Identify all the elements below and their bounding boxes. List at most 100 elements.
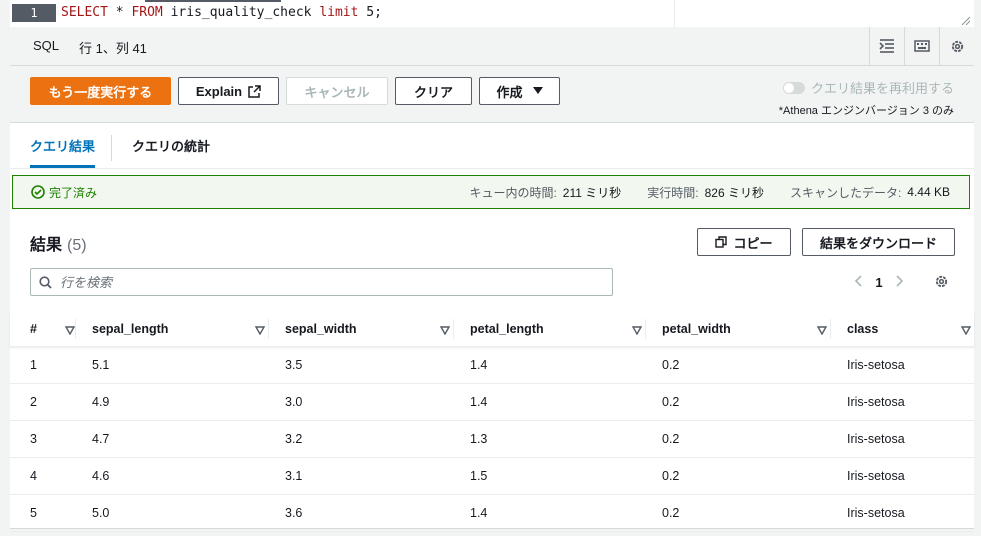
sort-caret-icon[interactable] bbox=[816, 324, 828, 338]
sql-editor[interactable]: 1 SELECT * FROM iris_quality_check limit… bbox=[10, 0, 974, 28]
column-separator[interactable] bbox=[830, 319, 831, 339]
table-row[interactable]: 1 5.1 3.5 1.4 0.2 Iris-setosa bbox=[10, 347, 974, 384]
table-cell: 3.6 bbox=[285, 506, 303, 520]
results-panel: クエリ結果 クエリの統計 完了済み キュー内の時間: 211 ミリ秒 実行時間:… bbox=[10, 123, 974, 532]
explain-label: Explain bbox=[195, 83, 243, 99]
column-header-label: sepal_length bbox=[92, 321, 169, 336]
results-title: 結果 bbox=[30, 237, 63, 254]
cancel-button[interactable]: キャンセル bbox=[286, 77, 388, 105]
code-token: FROM bbox=[131, 5, 163, 20]
run-time-label: 実行時間: bbox=[647, 185, 699, 200]
sort-caret-icon[interactable] bbox=[254, 324, 266, 338]
sort-caret-icon[interactable] bbox=[960, 324, 972, 338]
column-header-label: sepal_width bbox=[285, 321, 357, 336]
clear-button[interactable]: クリア bbox=[395, 77, 472, 105]
page-number[interactable]: 1 bbox=[868, 275, 890, 290]
caret-down-icon bbox=[532, 87, 543, 95]
table-row[interactable]: 5 5.0 3.6 1.4 0.2 Iris-setosa bbox=[10, 495, 974, 532]
next-page-icon[interactable] bbox=[890, 274, 910, 290]
table-row[interactable]: 4 4.6 3.1 1.5 0.2 Iris-setosa bbox=[10, 458, 974, 495]
pagination: 1 bbox=[848, 272, 910, 292]
sort-caret-icon[interactable] bbox=[64, 324, 76, 338]
reuse-results-label: クエリ結果を再利用する bbox=[810, 81, 954, 96]
column-header[interactable]: # bbox=[30, 311, 85, 346]
column-header-label: # bbox=[30, 321, 37, 336]
sort-caret-icon[interactable] bbox=[631, 324, 643, 338]
column-header-label: petal_width bbox=[662, 321, 731, 336]
explain-button[interactable]: Explain bbox=[178, 77, 279, 105]
download-results-button[interactable]: 結果をダウンロード bbox=[802, 228, 955, 256]
table-cell: 1 bbox=[30, 358, 37, 372]
table-cell: 1.3 bbox=[470, 432, 488, 446]
format-icon[interactable] bbox=[869, 27, 904, 65]
editor-divider bbox=[674, 0, 675, 27]
table-cell: 3.5 bbox=[285, 358, 303, 372]
code-token: limit bbox=[319, 5, 359, 20]
editor-status-bar: SQL 行 1、列 41 bbox=[10, 27, 974, 66]
status-label: 完了済み bbox=[49, 185, 98, 200]
column-header[interactable]: class bbox=[847, 311, 981, 346]
engine-version-note: *Athena エンジンバージョン 3 のみ bbox=[778, 105, 954, 117]
clear-label: クリア bbox=[413, 84, 453, 100]
column-header[interactable]: sepal_length bbox=[92, 311, 275, 346]
run-again-label: もう一度実行する bbox=[48, 84, 153, 100]
table-cell: 3 bbox=[30, 432, 37, 446]
table-cell: 4.7 bbox=[92, 432, 110, 446]
results-heading: 結果 (5) bbox=[30, 231, 87, 255]
column-separator[interactable] bbox=[268, 319, 269, 339]
column-header[interactable]: petal_length bbox=[470, 311, 652, 346]
column-header[interactable]: sepal_width bbox=[285, 311, 460, 346]
results-tabs: クエリ結果 クエリの統計 bbox=[10, 123, 974, 169]
sort-caret-icon[interactable] bbox=[439, 324, 451, 338]
code-token: SELECT bbox=[61, 5, 108, 20]
queue-time-value: 211 ミリ秒 bbox=[562, 185, 622, 200]
column-header-label: petal_length bbox=[470, 321, 544, 336]
data-scanned-value: 4.44 KB bbox=[907, 185, 950, 199]
table-cell: Iris-setosa bbox=[847, 358, 905, 372]
table-cell: 5.0 bbox=[92, 506, 110, 520]
results-table: # sepal_length sepal_width petal_length peta… bbox=[10, 311, 974, 532]
status-alert: 完了済み キュー内の時間: 211 ミリ秒 実行時間: 826 ミリ秒 スキャン… bbox=[12, 175, 970, 209]
code-token: 5; bbox=[358, 5, 382, 20]
line-number: 1 bbox=[12, 4, 56, 22]
create-label: 作成 bbox=[496, 84, 523, 100]
table-cell: 3.1 bbox=[285, 469, 303, 483]
table-row[interactable]: 2 4.9 3.0 1.4 0.2 Iris-setosa bbox=[10, 384, 974, 421]
keyboard-icon[interactable] bbox=[904, 27, 939, 65]
resize-grip-icon[interactable] bbox=[960, 15, 970, 25]
tab-query-results[interactable]: クエリ結果 bbox=[30, 123, 95, 168]
reuse-results-setting: クエリ結果を再利用する *Athena エンジンバージョン 3 のみ bbox=[779, 78, 954, 118]
table-cell: Iris-setosa bbox=[847, 469, 905, 483]
table-cell: 5.1 bbox=[92, 358, 110, 372]
table-cell: 0.2 bbox=[662, 358, 680, 372]
run-again-button[interactable]: もう一度実行する bbox=[30, 77, 171, 105]
table-cell: 0.2 bbox=[662, 469, 680, 483]
download-label: 結果をダウンロード bbox=[819, 235, 937, 251]
column-header-label: class bbox=[847, 321, 879, 336]
column-header[interactable]: petal_width bbox=[662, 311, 837, 346]
table-body: 1 5.1 3.5 1.4 0.2 Iris-setosa 2 4.9 3.0 1.4 0.2 Iri… bbox=[10, 347, 974, 532]
table-row[interactable]: 3 4.7 3.2 1.3 0.2 Iris-setosa bbox=[10, 421, 974, 458]
table-cell: 4 bbox=[30, 469, 37, 483]
code-line[interactable]: SELECT * FROM iris_quality_check limit 5… bbox=[61, 4, 382, 22]
cancel-label: キャンセル bbox=[304, 84, 370, 100]
table-cell: 0.2 bbox=[662, 432, 680, 446]
copy-button[interactable]: コピー bbox=[697, 228, 791, 256]
column-separator[interactable] bbox=[645, 319, 646, 339]
create-dropdown-button[interactable]: 作成 bbox=[479, 77, 560, 105]
row-search[interactable] bbox=[30, 268, 613, 296]
table-cell: Iris-setosa bbox=[847, 506, 905, 520]
table-cell: 0.2 bbox=[662, 395, 680, 409]
column-separator[interactable] bbox=[75, 319, 76, 339]
column-separator[interactable] bbox=[453, 319, 454, 339]
table-cell: 2 bbox=[30, 395, 37, 409]
tab-query-stats[interactable]: クエリの統計 bbox=[132, 123, 210, 168]
settings-icon[interactable] bbox=[939, 27, 974, 65]
search-input[interactable] bbox=[58, 273, 602, 291]
tab-separator bbox=[111, 135, 112, 161]
prev-page-icon[interactable] bbox=[848, 274, 868, 290]
query-toolbar: もう一度実行する Explain キャンセル クリア 作成 クエリ結果を再利用す… bbox=[10, 66, 974, 123]
table-settings-icon[interactable] bbox=[934, 274, 949, 292]
reuse-results-toggle[interactable] bbox=[782, 81, 805, 94]
copy-label: コピー bbox=[733, 235, 773, 251]
